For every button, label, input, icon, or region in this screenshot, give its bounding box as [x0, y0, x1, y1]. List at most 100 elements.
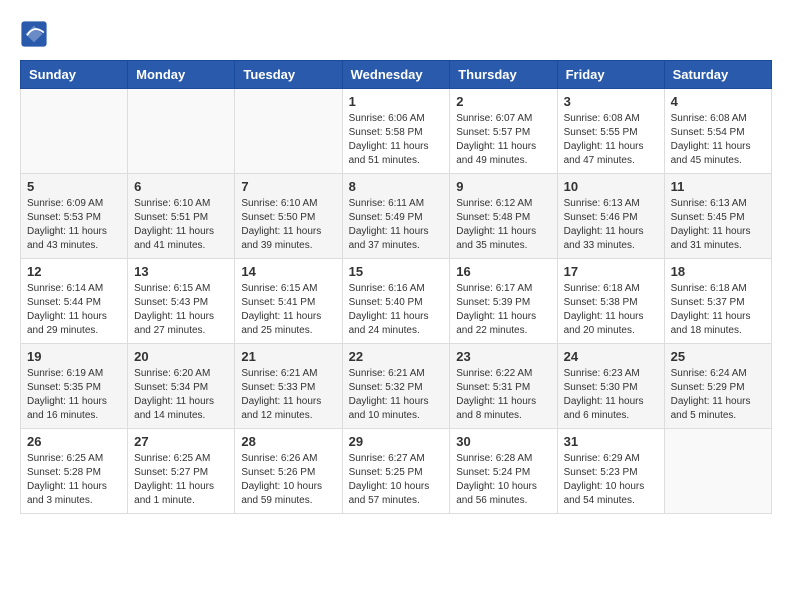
weekday-header-wednesday: Wednesday: [342, 61, 450, 89]
calendar-cell: 4 Sunrise: 6:08 AM Sunset: 5:54 PM Daylig…: [664, 89, 771, 174]
day-number: 4: [671, 94, 765, 109]
page-container: SundayMondayTuesdayWednesdayThursdayFrid…: [0, 0, 792, 524]
day-info: Sunrise: 6:28 AM Sunset: 5:24 PM Dayligh…: [456, 452, 550, 508]
day-info: Sunrise: 6:22 AM Sunset: 5:31 PM Dayligh…: [456, 367, 550, 423]
calendar-cell: 23 Sunrise: 6:22 AM Sunset: 5:31 PM Dayli…: [450, 344, 557, 429]
day-number: 5: [27, 179, 121, 194]
day-info: Sunrise: 6:21 AM Sunset: 5:32 PM Dayligh…: [349, 367, 444, 423]
calendar-cell: 12 Sunrise: 6:14 AM Sunset: 5:44 PM Dayli…: [21, 259, 128, 344]
calendar-cell: 28Sunrise: 6:26 AM Sunset: 5:26 PM Dayli…: [235, 429, 342, 514]
calendar-cell: 29 Sunrise: 6:27 AM Sunset: 5:25 PM Dayli…: [342, 429, 450, 514]
calendar-cell: 27 Sunrise: 6:25 AM Sunset: 5:27 PM Dayli…: [128, 429, 235, 514]
day-info: Sunrise: 6:09 AM Sunset: 5:53 PM Dayligh…: [27, 197, 121, 253]
weekday-header-thursday: Thursday: [450, 61, 557, 89]
calendar-cell: 24 Sunrise: 6:23 AM Sunset: 5:30 PM Dayli…: [557, 344, 664, 429]
calendar-cell: 18 Sunrise: 6:18 AM Sunset: 5:37 PM Dayli…: [664, 259, 771, 344]
logo-icon: [20, 20, 48, 48]
day-number: 6: [134, 179, 228, 194]
calendar-cell: 6 Sunrise: 6:10 AM Sunset: 5:51 PM Daylig…: [128, 174, 235, 259]
day-number: 16: [456, 264, 550, 279]
weekday-header-friday: Friday: [557, 61, 664, 89]
day-number: 18: [671, 264, 765, 279]
calendar-cell: 13Sunrise: 6:15 AM Sunset: 5:43 PM Dayli…: [128, 259, 235, 344]
day-info: Sunrise: 6:18 AM Sunset: 5:37 PM Dayligh…: [671, 282, 765, 338]
calendar-cell: 30 Sunrise: 6:28 AM Sunset: 5:24 PM Dayli…: [450, 429, 557, 514]
calendar-cell: 31Sunrise: 6:29 AM Sunset: 5:23 PM Dayli…: [557, 429, 664, 514]
calendar-cell: [128, 89, 235, 174]
day-info: Sunrise: 6:15 AM Sunset: 5:41 PM Dayligh…: [241, 282, 335, 338]
day-number: 2: [456, 94, 550, 109]
day-info: Sunrise: 6:21 AM Sunset: 5:33 PM Dayligh…: [241, 367, 335, 423]
day-info: Sunrise: 6:08 AM Sunset: 5:54 PM Dayligh…: [671, 112, 765, 168]
calendar-week-5: 26 Sunrise: 6:25 AM Sunset: 5:28 PM Dayli…: [21, 429, 772, 514]
day-number: 21: [241, 349, 335, 364]
day-info: Sunrise: 6:27 AM Sunset: 5:25 PM Dayligh…: [349, 452, 444, 508]
calendar-cell: 11 Sunrise: 6:13 AM Sunset: 5:45 PM Dayli…: [664, 174, 771, 259]
calendar-week-4: 19Sunrise: 6:19 AM Sunset: 5:35 PM Dayli…: [21, 344, 772, 429]
day-number: 22: [349, 349, 444, 364]
weekday-header-saturday: Saturday: [664, 61, 771, 89]
calendar-cell: 1Sunrise: 6:06 AM Sunset: 5:58 PM Daylig…: [342, 89, 450, 174]
calendar-cell: 22 Sunrise: 6:21 AM Sunset: 5:32 PM Dayli…: [342, 344, 450, 429]
calendar-cell: [21, 89, 128, 174]
day-number: 15: [349, 264, 444, 279]
day-info: Sunrise: 6:07 AM Sunset: 5:57 PM Dayligh…: [456, 112, 550, 168]
calendar-cell: 7 Sunrise: 6:10 AM Sunset: 5:50 PM Daylig…: [235, 174, 342, 259]
calendar-cell: 20 Sunrise: 6:20 AM Sunset: 5:34 PM Dayli…: [128, 344, 235, 429]
day-number: 25: [671, 349, 765, 364]
day-info: Sunrise: 6:25 AM Sunset: 5:28 PM Dayligh…: [27, 452, 121, 508]
day-number: 26: [27, 434, 121, 449]
day-number: 8: [349, 179, 444, 194]
weekday-header-row: SundayMondayTuesdayWednesdayThursdayFrid…: [21, 61, 772, 89]
day-info: Sunrise: 6:19 AM Sunset: 5:35 PM Dayligh…: [27, 367, 121, 423]
day-number: 24: [564, 349, 658, 364]
calendar-cell: 21 Sunrise: 6:21 AM Sunset: 5:33 PM Dayli…: [235, 344, 342, 429]
header: [20, 20, 772, 48]
day-number: 9: [456, 179, 550, 194]
day-info: Sunrise: 6:14 AM Sunset: 5:44 PM Dayligh…: [27, 282, 121, 338]
day-info: Sunrise: 6:06 AM Sunset: 5:58 PM Dayligh…: [349, 112, 444, 168]
day-number: 11: [671, 179, 765, 194]
day-info: Sunrise: 6:13 AM Sunset: 5:45 PM Dayligh…: [671, 197, 765, 253]
day-info: Sunrise: 6:12 AM Sunset: 5:48 PM Dayligh…: [456, 197, 550, 253]
day-info: Sunrise: 6:10 AM Sunset: 5:50 PM Dayligh…: [241, 197, 335, 253]
day-info: Sunrise: 6:24 AM Sunset: 5:29 PM Dayligh…: [671, 367, 765, 423]
calendar-cell: [664, 429, 771, 514]
day-info: Sunrise: 6:13 AM Sunset: 5:46 PM Dayligh…: [564, 197, 658, 253]
day-number: 12: [27, 264, 121, 279]
calendar-cell: 15 Sunrise: 6:16 AM Sunset: 5:40 PM Dayli…: [342, 259, 450, 344]
day-info: Sunrise: 6:20 AM Sunset: 5:34 PM Dayligh…: [134, 367, 228, 423]
day-number: 31: [564, 434, 658, 449]
day-number: 10: [564, 179, 658, 194]
calendar-cell: 2 Sunrise: 6:07 AM Sunset: 5:57 PM Daylig…: [450, 89, 557, 174]
day-number: 17: [564, 264, 658, 279]
day-number: 7: [241, 179, 335, 194]
day-info: Sunrise: 6:25 AM Sunset: 5:27 PM Dayligh…: [134, 452, 228, 508]
day-number: 28: [241, 434, 335, 449]
calendar-cell: [235, 89, 342, 174]
calendar-cell: 17 Sunrise: 6:18 AM Sunset: 5:38 PM Dayli…: [557, 259, 664, 344]
day-number: 23: [456, 349, 550, 364]
calendar-cell: 16Sunrise: 6:17 AM Sunset: 5:39 PM Dayli…: [450, 259, 557, 344]
calendar-cell: 10 Sunrise: 6:13 AM Sunset: 5:46 PM Dayli…: [557, 174, 664, 259]
weekday-header-tuesday: Tuesday: [235, 61, 342, 89]
calendar-cell: 14 Sunrise: 6:15 AM Sunset: 5:41 PM Dayli…: [235, 259, 342, 344]
weekday-header-monday: Monday: [128, 61, 235, 89]
calendar-cell: 26 Sunrise: 6:25 AM Sunset: 5:28 PM Dayli…: [21, 429, 128, 514]
day-number: 3: [564, 94, 658, 109]
day-number: 20: [134, 349, 228, 364]
day-info: Sunrise: 6:10 AM Sunset: 5:51 PM Dayligh…: [134, 197, 228, 253]
calendar-cell: 8Sunrise: 6:11 AM Sunset: 5:49 PM Daylig…: [342, 174, 450, 259]
calendar-cell: 19Sunrise: 6:19 AM Sunset: 5:35 PM Dayli…: [21, 344, 128, 429]
calendar-week-1: 1Sunrise: 6:06 AM Sunset: 5:58 PM Daylig…: [21, 89, 772, 174]
day-number: 14: [241, 264, 335, 279]
day-number: 29: [349, 434, 444, 449]
day-number: 30: [456, 434, 550, 449]
calendar-week-3: 12 Sunrise: 6:14 AM Sunset: 5:44 PM Dayli…: [21, 259, 772, 344]
day-info: Sunrise: 6:18 AM Sunset: 5:38 PM Dayligh…: [564, 282, 658, 338]
day-info: Sunrise: 6:16 AM Sunset: 5:40 PM Dayligh…: [349, 282, 444, 338]
day-info: Sunrise: 6:23 AM Sunset: 5:30 PM Dayligh…: [564, 367, 658, 423]
calendar-cell: 25 Sunrise: 6:24 AM Sunset: 5:29 PM Dayli…: [664, 344, 771, 429]
calendar-table: SundayMondayTuesdayWednesdayThursdayFrid…: [20, 60, 772, 514]
day-number: 27: [134, 434, 228, 449]
